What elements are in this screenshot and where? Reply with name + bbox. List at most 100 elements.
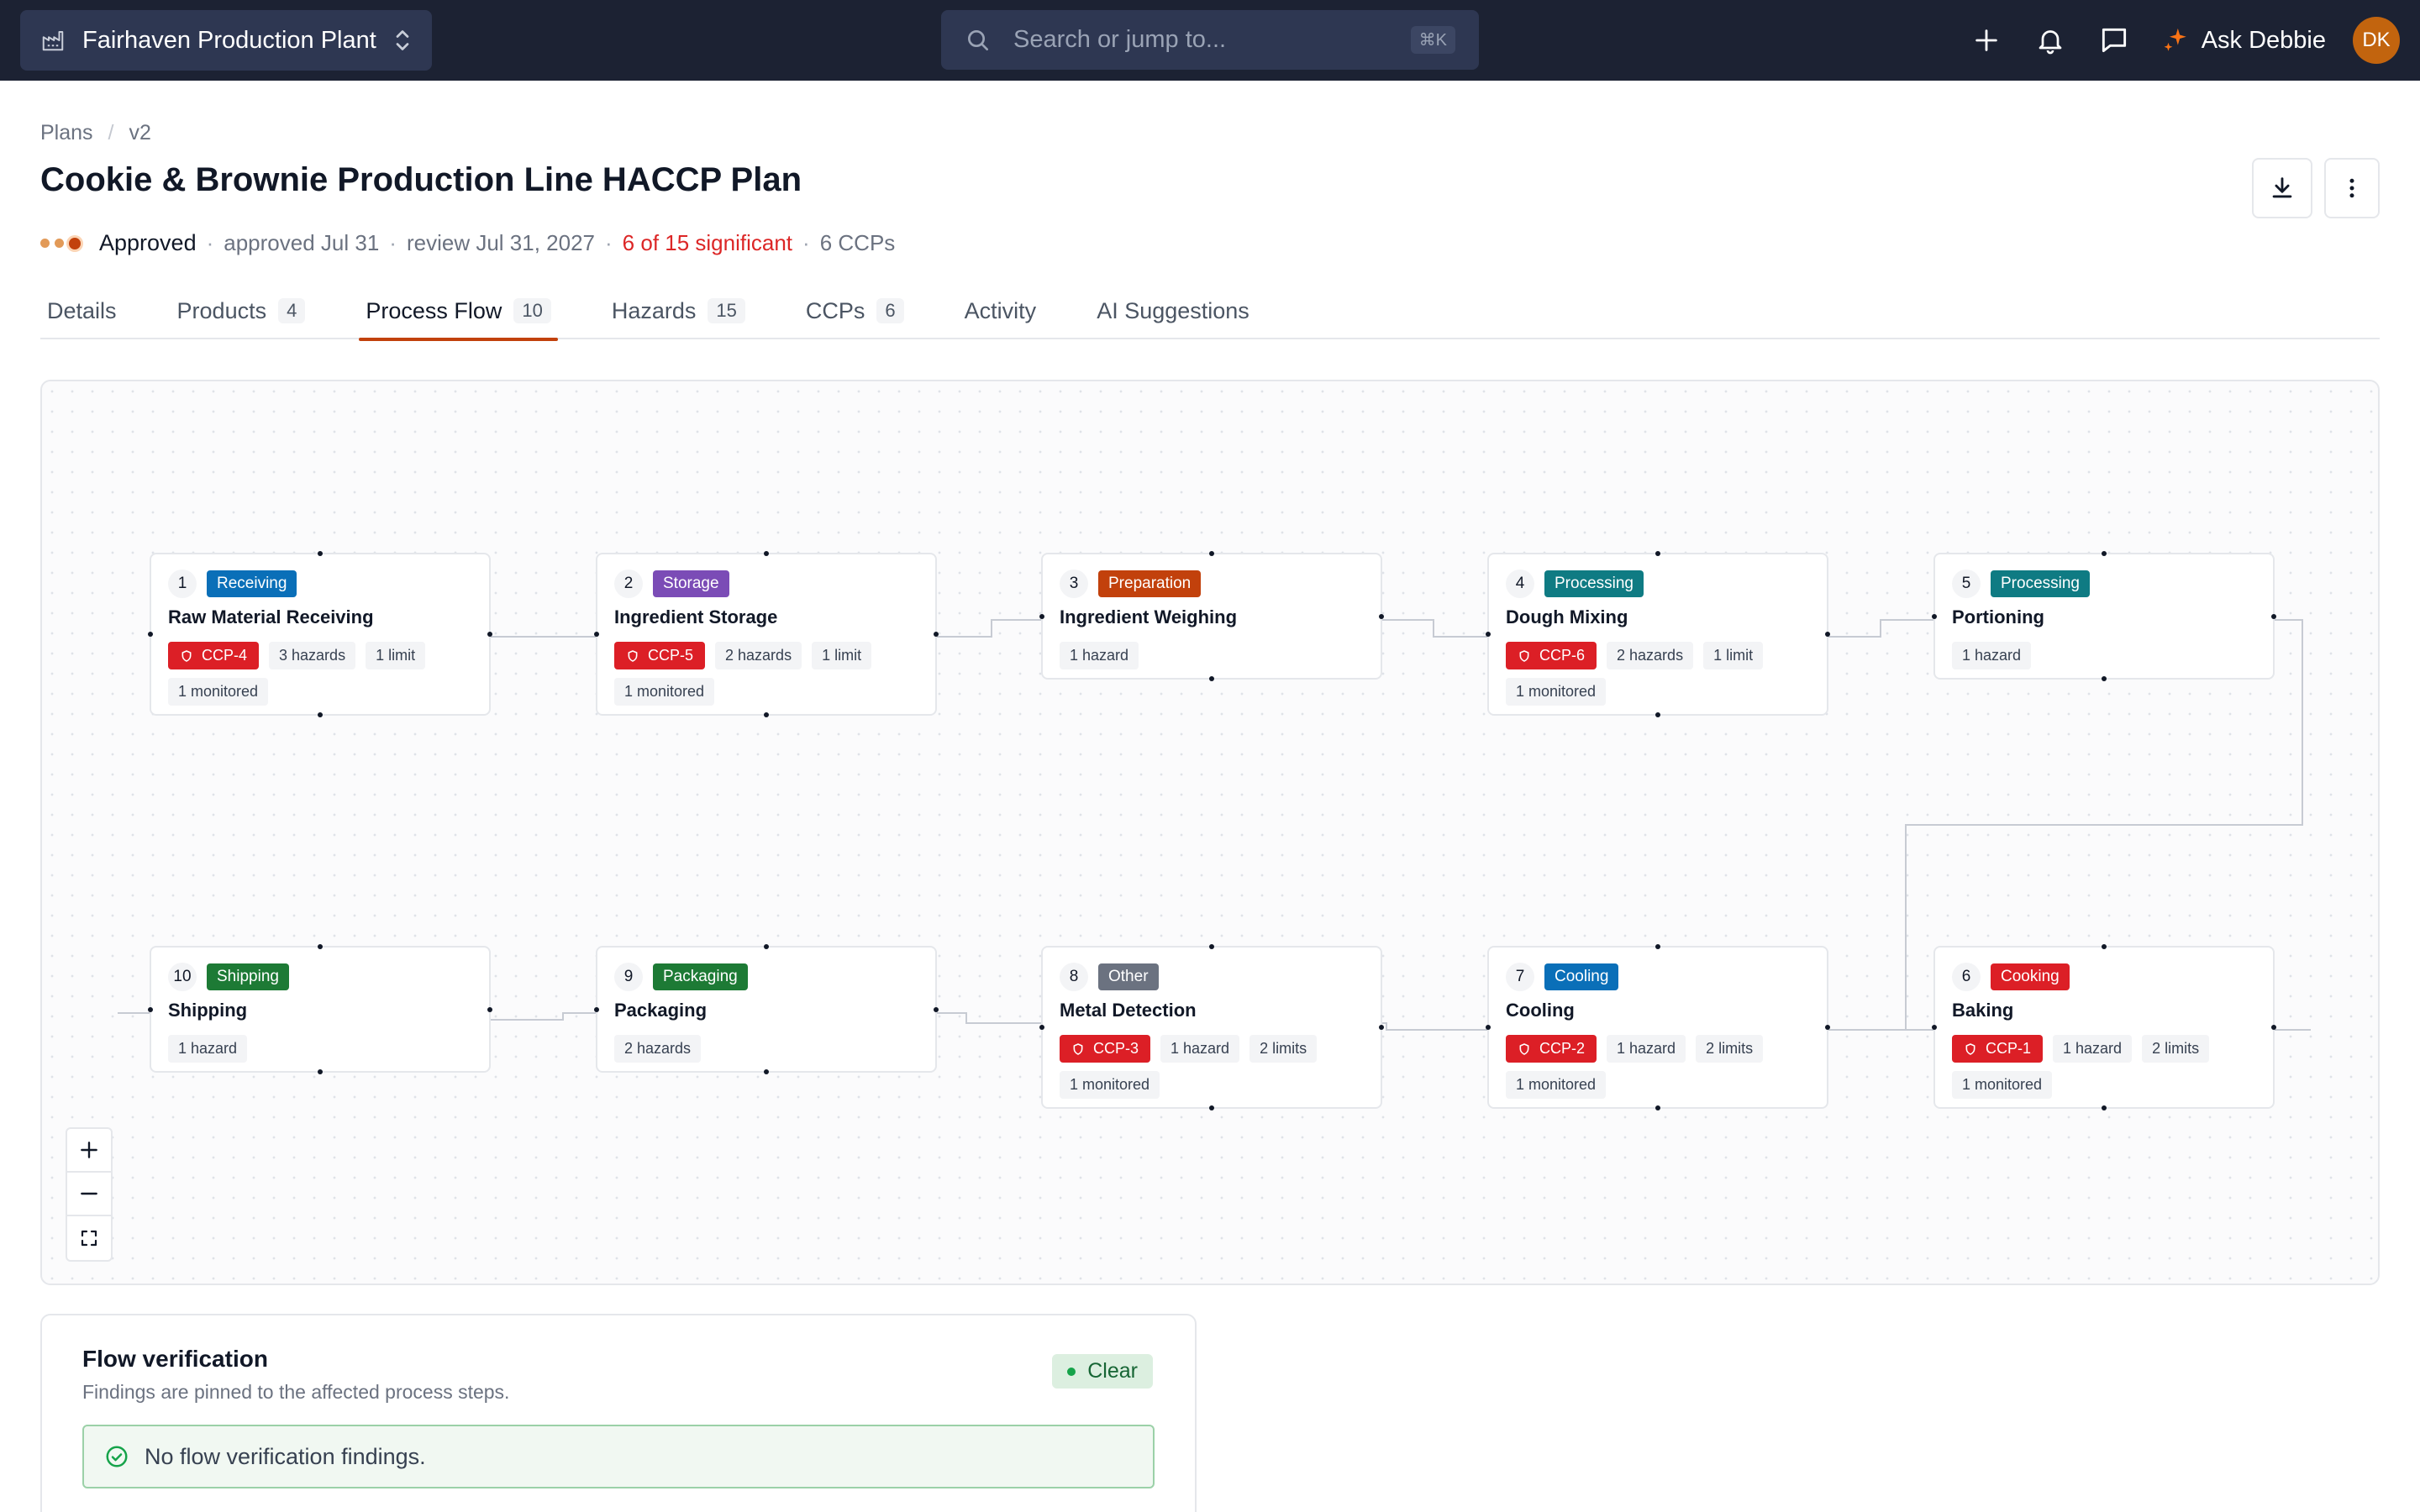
step-tags: 2 hazards <box>614 1035 918 1071</box>
step-name: Dough Mixing <box>1506 606 1628 627</box>
create-button[interactable] <box>1970 24 2003 57</box>
process-flow-canvas[interactable]: 1 Receiving Raw Material Receiving CCP-4 3 h… <box>40 380 2380 1285</box>
status-dot <box>1067 1367 1076 1376</box>
connection-handle[interactable] <box>1932 613 1937 619</box>
user-avatar[interactable]: DK <box>2353 17 2400 64</box>
connection-handle[interactable] <box>764 712 769 717</box>
connection-handle[interactable] <box>318 944 323 949</box>
process-step-node[interactable]: 2 Storage Ingredient Storage CCP-5 2 hazards… <box>594 551 939 717</box>
connection-handle[interactable] <box>764 1069 769 1074</box>
search-icon <box>968 29 988 50</box>
connection-handle[interactable] <box>2102 551 2107 556</box>
ccp-badge: CCP-5 <box>614 642 706 669</box>
step-tags: 1 hazard <box>168 1035 472 1071</box>
step-tags: CCP-3 1 hazard 2 limits 1 monitored <box>1060 1035 1364 1107</box>
top-actions: Ask Debbie DK <box>1939 0 2400 81</box>
ccp-badge: CCP-4 <box>168 642 260 669</box>
connection-handle[interactable] <box>148 632 153 637</box>
step-tags: 1 hazard <box>1952 642 2256 678</box>
connection-handle[interactable] <box>934 632 939 637</box>
process-step-node[interactable]: 8 Other Metal Detection CCP-3 1 hazard 2 limi… <box>1039 944 1384 1110</box>
process-step-node[interactable]: 9 Packaging Packaging 2 hazards <box>594 944 939 1074</box>
zoom-in-button[interactable] <box>67 1129 111 1173</box>
process-step-node[interactable]: 1 Receiving Raw Material Receiving CCP-4 3 h… <box>148 551 492 717</box>
connection-handle[interactable] <box>764 551 769 556</box>
step-stat-tag: 1 monitored <box>1506 1071 1607 1099</box>
connection-handle[interactable] <box>2102 944 2107 949</box>
connection-handle[interactable] <box>487 632 492 637</box>
step-name: Portioning <box>1952 606 2044 627</box>
tab-ai-suggestions[interactable]: AI Suggestions <box>1090 282 1256 339</box>
workspace-switcher[interactable]: Fairhaven Production Plant <box>20 10 432 71</box>
plus-icon <box>81 1142 97 1158</box>
connection-handle[interactable] <box>1209 551 1214 556</box>
step-stat-tag: 1 hazard <box>1160 1035 1240 1063</box>
connection-handle[interactable] <box>1379 1025 1384 1030</box>
step-tags: 1 hazard <box>1060 642 1364 678</box>
connection-handle[interactable] <box>1209 676 1214 681</box>
step-number: 6 <box>1952 963 1981 991</box>
process-step-node[interactable]: 4 Processing Dough Mixing CCP-6 2 hazards 1 l… <box>1486 551 1830 717</box>
notifications-button[interactable] <box>2033 24 2067 57</box>
connection-handle[interactable] <box>2271 613 2276 619</box>
tab-activity[interactable]: Activity <box>958 282 1044 339</box>
download-button[interactable] <box>2252 158 2312 218</box>
messages-button[interactable] <box>2097 24 2131 57</box>
connection-handle[interactable] <box>2271 1025 2276 1030</box>
top-bar: Fairhaven Production Plant ⌘K Ask Debbie <box>0 0 2420 81</box>
flow-edge <box>1380 619 1487 638</box>
connection-handle[interactable] <box>1655 944 1660 949</box>
connection-handle[interactable] <box>1039 613 1044 619</box>
connection-handle[interactable] <box>1209 1105 1214 1110</box>
connection-handle[interactable] <box>1655 1105 1660 1110</box>
step-category-badge: Receiving <box>207 570 297 597</box>
connection-handle[interactable] <box>1486 632 1491 637</box>
connection-handle[interactable] <box>934 1006 939 1012</box>
tab-products[interactable]: Products 4 <box>171 282 313 339</box>
connection-handle[interactable] <box>318 712 323 717</box>
flow-edge <box>935 1012 1043 1024</box>
connection-handle[interactable] <box>2102 1105 2107 1110</box>
step-number: 8 <box>1060 963 1088 991</box>
connection-handle[interactable] <box>594 632 599 637</box>
more-options-button[interactable] <box>2324 158 2380 218</box>
step-stat-tag: 1 limit <box>812 642 872 669</box>
connection-handle[interactable] <box>764 944 769 949</box>
connection-handle[interactable] <box>1932 1025 1937 1030</box>
process-step-node[interactable]: 3 Preparation Ingredient Weighing 1 hazard <box>1039 551 1384 681</box>
step-stat-tag: 2 limits <box>1696 1035 1764 1063</box>
connection-handle[interactable] <box>148 1006 153 1012</box>
connection-handle[interactable] <box>1039 1025 1044 1030</box>
tab-hazards[interactable]: Hazards 15 <box>605 282 752 339</box>
connection-handle[interactable] <box>1379 613 1384 619</box>
connection-handle[interactable] <box>487 1006 492 1012</box>
search-box[interactable]: ⌘K <box>941 10 1479 70</box>
connection-handle[interactable] <box>594 1006 599 1012</box>
connection-handle[interactable] <box>318 551 323 556</box>
connection-handle[interactable] <box>1655 551 1660 556</box>
tab-details[interactable]: Details <box>40 282 124 339</box>
connection-handle[interactable] <box>318 1069 323 1074</box>
step-number: 9 <box>614 963 643 991</box>
ask-debbie-button[interactable]: Ask Debbie <box>2161 26 2326 55</box>
breadcrumb-plans-link[interactable]: Plans <box>40 121 93 145</box>
process-step-node[interactable]: 7 Cooling Cooling CCP-2 1 hazard 2 limits 1 mo… <box>1486 944 1830 1110</box>
connection-handle[interactable] <box>1825 632 1830 637</box>
fit-view-button[interactable] <box>67 1216 111 1260</box>
process-step-node[interactable]: 10 Shipping Shipping 1 hazard <box>148 944 492 1074</box>
review-date: review Jul 31, 2027 <box>406 230 595 255</box>
tab-process-flow[interactable]: Process Flow 10 <box>359 282 558 341</box>
connection-handle[interactable] <box>2102 676 2107 681</box>
process-step-node[interactable]: 6 Cooking Baking CCP-1 1 hazard 2 limits 1 mon… <box>1932 944 2276 1110</box>
connection-handle[interactable] <box>1825 1025 1830 1030</box>
tab-count: 10 <box>513 298 551 323</box>
process-step-node[interactable]: 5 Processing Portioning 1 hazard <box>1932 551 2276 681</box>
connection-handle[interactable] <box>1655 712 1660 717</box>
connection-handle[interactable] <box>1486 1025 1491 1030</box>
zoom-out-button[interactable] <box>67 1173 111 1216</box>
flow-edge <box>935 619 1043 638</box>
step-tags: CCP-2 1 hazard 2 limits 1 monitored <box>1506 1035 1810 1107</box>
search-input[interactable] <box>1013 26 1411 54</box>
connection-handle[interactable] <box>1209 944 1214 949</box>
tab-ccps[interactable]: CCPs 6 <box>799 282 911 339</box>
